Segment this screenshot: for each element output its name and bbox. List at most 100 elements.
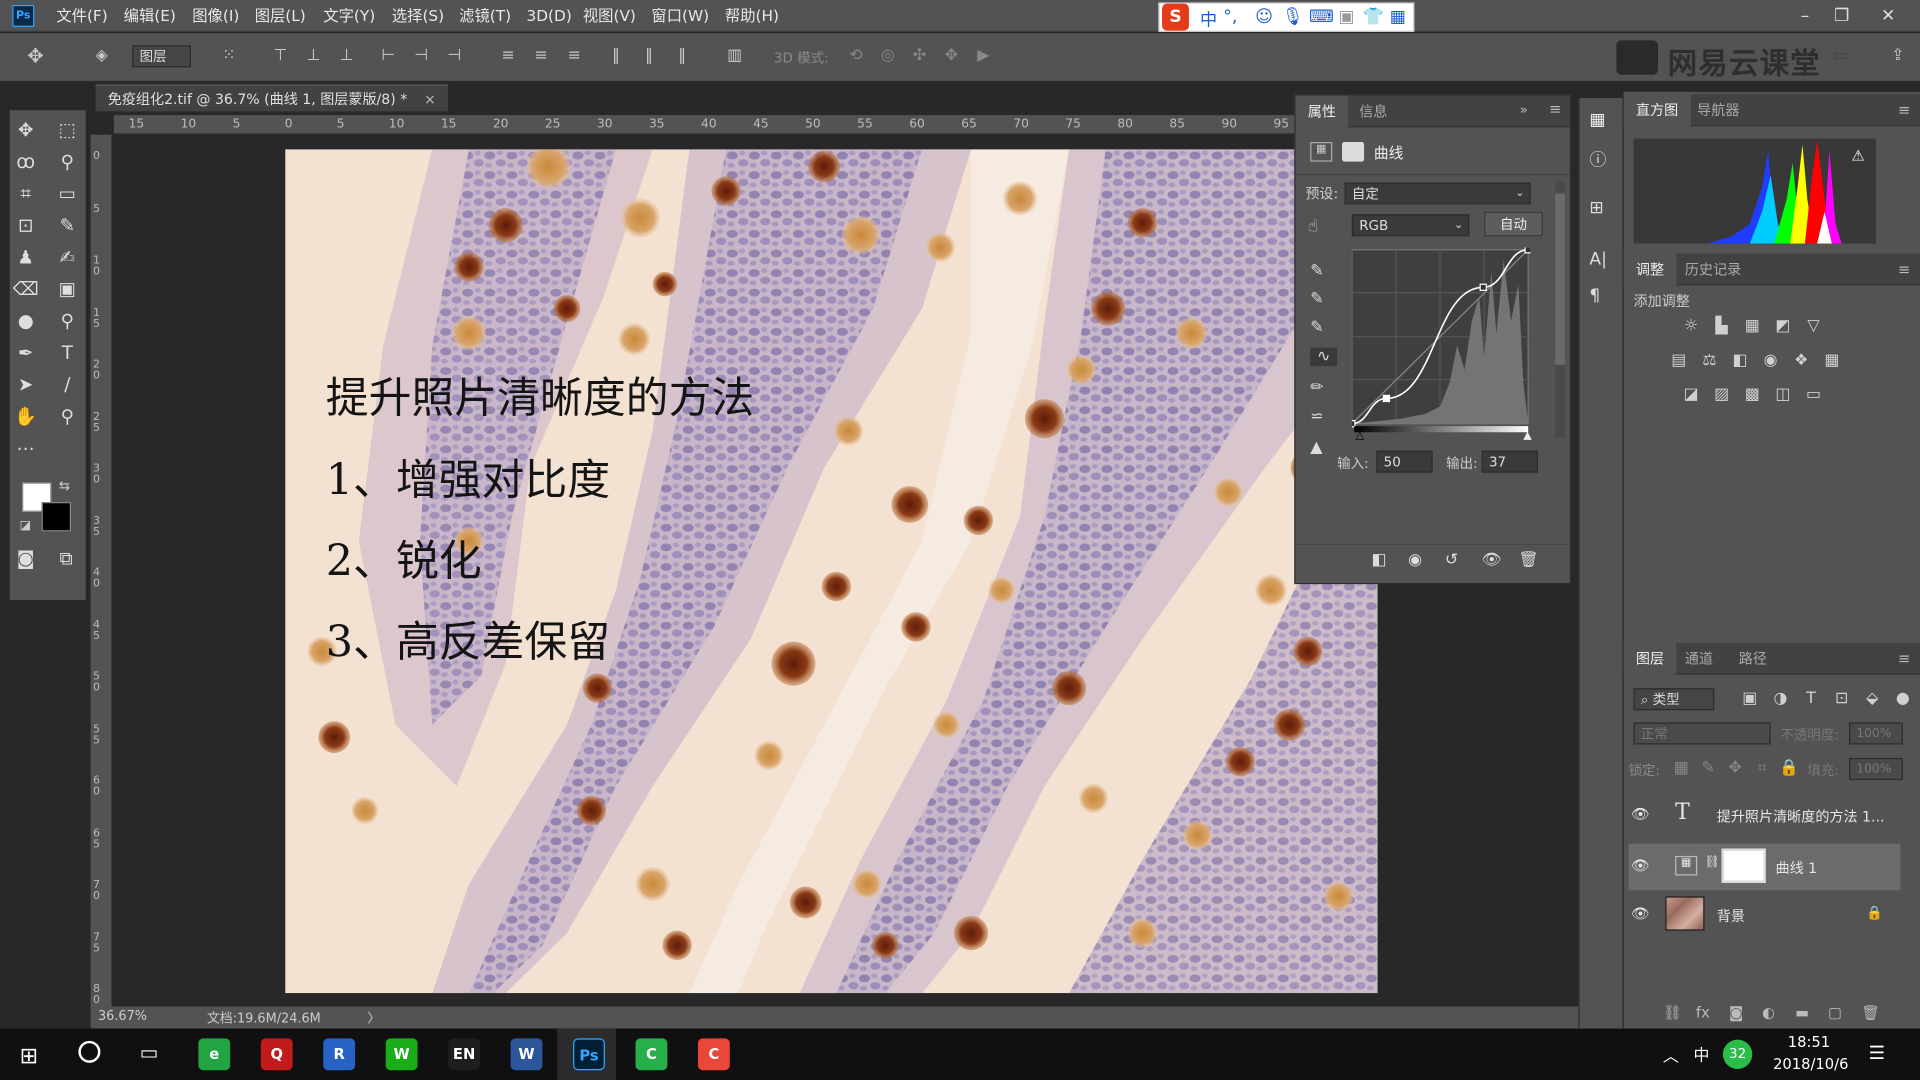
adjustment-icon[interactable]: ▙ bbox=[1711, 316, 1733, 338]
curve-node[interactable] bbox=[1479, 283, 1487, 291]
3d-tool-icon[interactable]: ✣ bbox=[909, 45, 931, 67]
blur-tool-icon[interactable]: ● bbox=[10, 306, 42, 335]
preset-dropdown[interactable]: 自定 ⌄ bbox=[1344, 182, 1531, 205]
layer-filter-icon[interactable]: ⬙ bbox=[1861, 688, 1883, 710]
layer-name[interactable]: 背景 bbox=[1717, 906, 1745, 926]
restore-button[interactable]: ❐ bbox=[1822, 0, 1861, 32]
clip-to-layer-icon[interactable]: ◧ bbox=[1371, 551, 1386, 569]
background-color-swatch[interactable] bbox=[41, 502, 72, 532]
reset-icon[interactable]: ↺ bbox=[1445, 551, 1458, 569]
pencil-tool-icon[interactable]: ✏ bbox=[1310, 378, 1323, 396]
clock-time[interactable]: 18:51 bbox=[1788, 1033, 1830, 1050]
eye-icon[interactable]: 👁 bbox=[1631, 857, 1650, 874]
align-icon[interactable]: ≡ bbox=[530, 45, 552, 67]
tab-history[interactable]: 历史记录 bbox=[1673, 253, 1754, 285]
sogou-icon[interactable]: S bbox=[1162, 3, 1189, 31]
clock-date[interactable]: 2018/10/6 bbox=[1773, 1056, 1848, 1073]
menu-item[interactable]: 帮助(H) bbox=[725, 0, 779, 32]
dodge-tool-icon[interactable]: ⚲ bbox=[51, 306, 83, 335]
brush-tool-icon[interactable]: ✎ bbox=[51, 211, 83, 240]
panel-menu-icon[interactable]: ≡ bbox=[1898, 650, 1910, 667]
tab-paths[interactable]: 路径 bbox=[1727, 643, 1780, 675]
white-eyedropper-icon[interactable]: ✎ bbox=[1310, 318, 1323, 336]
auto-button[interactable]: 自动 bbox=[1484, 211, 1543, 237]
eye-icon[interactable]: 👁 bbox=[1631, 806, 1650, 823]
adjustment-icon[interactable]: ◉ bbox=[1760, 350, 1782, 372]
3d-tool-icon[interactable]: ⟲ bbox=[845, 45, 867, 67]
tray-badge-icon[interactable]: 32 bbox=[1722, 1039, 1753, 1069]
group-icon[interactable]: ▬ bbox=[1795, 1004, 1809, 1021]
link-icon[interactable]: ⛓ bbox=[1705, 856, 1721, 869]
taskbar-app-icon[interactable]: C bbox=[697, 1038, 730, 1071]
adjustment-icon[interactable]: ▭ bbox=[1802, 384, 1824, 406]
tab-channels[interactable]: 通道 bbox=[1673, 643, 1726, 675]
layer-row-background[interactable]: 👁 背景 🔒 bbox=[1629, 891, 1901, 938]
document-tab[interactable]: 免疫组化2.tif @ 36.7% (曲线 1, 图层蒙版/8) * × bbox=[95, 84, 449, 112]
curve-node[interactable] bbox=[1382, 394, 1391, 403]
lock-option-icon[interactable]: ✎ bbox=[1697, 758, 1719, 780]
panel-menu-icon[interactable]: ≡ bbox=[1549, 100, 1561, 117]
zoom-level[interactable]: 36.67% bbox=[98, 1009, 147, 1024]
layer-row-curves[interactable]: 👁 ▦ ⛓ 曲线 1 bbox=[1628, 843, 1901, 891]
link-layers-icon[interactable]: ⛓ bbox=[1663, 1004, 1682, 1021]
search-icon[interactable]: ⌕ bbox=[1794, 45, 1816, 67]
3d-tool-icon[interactable]: ✥ bbox=[940, 45, 962, 67]
adjustment-icon[interactable]: ⚖ bbox=[1698, 350, 1720, 372]
menu-item[interactable]: 文件(F) bbox=[56, 0, 107, 32]
notification-icon[interactable]: ☰ bbox=[1869, 1042, 1885, 1064]
character-icon[interactable]: A| bbox=[1589, 250, 1611, 272]
panel-menu-icon[interactable]: ≡ bbox=[1898, 261, 1910, 278]
taskbar-app-icon[interactable]: EN bbox=[448, 1038, 481, 1071]
task-view-icon[interactable]: ▭ bbox=[140, 1041, 159, 1064]
layer-filter-icon[interactable]: T bbox=[1800, 688, 1822, 710]
taskbar-app-icon[interactable]: Q bbox=[260, 1038, 293, 1071]
adjustment-icon[interactable]: ◪ bbox=[1680, 384, 1702, 406]
adjustment-icon[interactable]: ▤ bbox=[1668, 350, 1690, 372]
curve-point-tool-icon[interactable]: ∿ bbox=[1310, 347, 1338, 367]
lock-option-icon[interactable]: 🔒 bbox=[1778, 758, 1800, 780]
marquee-tool-icon[interactable]: ⬚ bbox=[51, 115, 83, 144]
frame-tool-icon[interactable]: ⊡ bbox=[10, 211, 42, 240]
taskbar-app-icon[interactable]: W bbox=[385, 1038, 418, 1071]
keyboard-icon[interactable]: ⌨ bbox=[1309, 7, 1334, 27]
screen-mode-icon[interactable]: ⧉ bbox=[50, 544, 82, 573]
close-window-button[interactable]: ✕ bbox=[1869, 0, 1908, 32]
start-icon[interactable]: ⊞ bbox=[20, 1043, 38, 1069]
layer-mask-thumbnail[interactable] bbox=[1721, 848, 1766, 883]
move-tool-icon[interactable]: ✥ bbox=[24, 45, 46, 67]
output-field[interactable]: 37 bbox=[1481, 450, 1538, 473]
3d-tool-icon[interactable]: ◎ bbox=[877, 45, 899, 67]
properties-scrollbar[interactable] bbox=[1555, 181, 1565, 439]
view-previous-icon[interactable]: ◉ bbox=[1408, 551, 1422, 569]
adjustment-icon[interactable]: ▦ bbox=[1741, 316, 1763, 338]
workspace-icon[interactable]: ▭ bbox=[1829, 45, 1851, 67]
add-mask-icon[interactable]: ◙ bbox=[1729, 1004, 1743, 1021]
panel-menu-icon[interactable]: ≡ bbox=[1898, 102, 1910, 119]
layer-row-text[interactable]: 👁 T 提升照片清晰度的方法 1... bbox=[1629, 792, 1901, 839]
info-dock-icon[interactable]: ⓘ bbox=[1589, 147, 1611, 171]
visibility-icon[interactable]: 👁 bbox=[1482, 551, 1502, 569]
line-tool-icon[interactable]: ∕ bbox=[51, 370, 83, 399]
eraser-tool-icon[interactable]: ⌫ bbox=[10, 274, 42, 303]
ime-indicator[interactable]: 中 bbox=[1693, 1042, 1709, 1065]
auto-select-icon[interactable]: ◈ bbox=[91, 45, 113, 67]
status-menu-arrow[interactable]: 〉 bbox=[367, 1009, 380, 1027]
menu-item[interactable]: 图层(L) bbox=[255, 0, 306, 32]
tab-properties[interactable]: 属性 bbox=[1295, 95, 1349, 128]
taskbar-app-icon[interactable]: R bbox=[323, 1038, 356, 1071]
taskbar-app-icon[interactable]: C bbox=[635, 1038, 668, 1071]
gradient-tool-icon[interactable]: ▣ bbox=[51, 274, 83, 303]
ime-punct[interactable]: °, bbox=[1223, 7, 1237, 27]
align-icon[interactable]: ⊥ bbox=[336, 45, 358, 67]
menu-item[interactable]: 编辑(E) bbox=[124, 0, 176, 32]
curves-graph[interactable] bbox=[1351, 247, 1531, 431]
ime-toolbar[interactable]: S 中 °, ☺ 🎙 ⌨ ▣ 👕 ▦ bbox=[1158, 2, 1415, 32]
shirt-icon[interactable]: 👕 bbox=[1363, 7, 1384, 27]
align-icon[interactable]: ≡ bbox=[497, 45, 519, 67]
menu-item[interactable]: 选择(S) bbox=[392, 0, 444, 32]
menu-item[interactable]: 文字(Y) bbox=[323, 0, 375, 32]
zoom-tool-icon[interactable]: ⚲ bbox=[51, 402, 83, 431]
menu-item[interactable]: 视图(V) bbox=[583, 0, 636, 32]
black-eyedropper-icon[interactable]: ✎ bbox=[1310, 262, 1323, 280]
menu-item[interactable]: 3D(D) bbox=[527, 0, 572, 32]
